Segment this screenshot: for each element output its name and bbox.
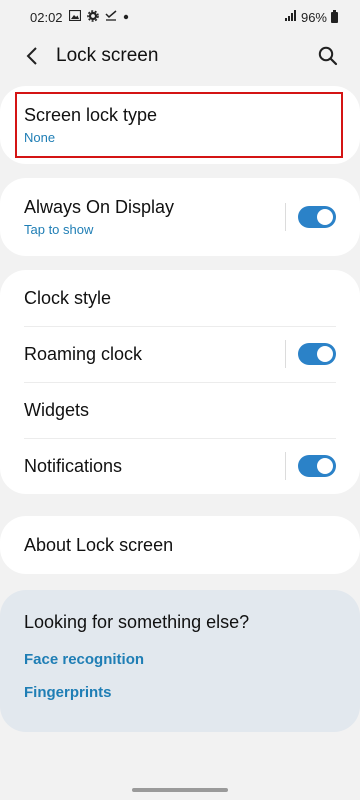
status-right: 96% xyxy=(284,9,338,25)
status-left: 02:02 xyxy=(30,10,129,25)
widgets-title: Widgets xyxy=(24,399,90,420)
battery-icon xyxy=(331,9,338,23)
notifications-title: Notifications xyxy=(24,455,123,476)
clock-style-item[interactable]: Clock style xyxy=(0,270,360,326)
suggestions-panel: Looking for something else? Face recogni… xyxy=(0,590,360,732)
divider xyxy=(285,340,286,368)
about-lock-screen-item[interactable]: About Lock screen xyxy=(0,516,360,574)
screen-lock-type-card: Screen lock type None xyxy=(0,86,360,164)
battery-percentage: 96% xyxy=(300,9,327,25)
gesture-navigation-bar[interactable] xyxy=(132,788,228,792)
always-on-display-text: Always On Display Tap to show xyxy=(24,197,174,237)
image-notification-icon xyxy=(68,9,81,24)
status-bar: 02:02 96% xyxy=(0,0,360,34)
toggle-knob xyxy=(317,458,333,474)
chevron-left-icon xyxy=(26,47,37,65)
always-on-display-toggle-wrap xyxy=(285,203,336,231)
about-lock-screen-title: About Lock screen xyxy=(24,534,174,555)
screen-lock-type-value: None xyxy=(24,130,56,145)
roaming-clock-item[interactable]: Roaming clock xyxy=(0,326,360,382)
always-on-display-subtitle: Tap to show xyxy=(24,222,94,237)
divider xyxy=(285,203,286,231)
divider xyxy=(285,452,286,480)
signal-strength-icon xyxy=(284,10,297,24)
fingerprints-link[interactable]: Fingerprints xyxy=(24,684,336,701)
back-button[interactable] xyxy=(14,38,50,74)
roaming-clock-title: Roaming clock xyxy=(24,343,143,364)
suggestions-title: Looking for something else? xyxy=(24,612,250,632)
toggle-knob xyxy=(317,209,333,225)
search-icon xyxy=(318,46,338,66)
always-on-display-item[interactable]: Always On Display Tap to show xyxy=(0,178,360,256)
notifications-toggle[interactable] xyxy=(298,455,336,477)
app-bar: Lock screen xyxy=(0,34,360,78)
status-time: 02:02 xyxy=(30,9,63,25)
always-on-display-card: Always On Display Tap to show xyxy=(0,178,360,256)
lock-screen-options-card: Clock style Roaming clock Widgets Notifi… xyxy=(0,270,360,494)
notifications-item[interactable]: Notifications xyxy=(0,438,360,494)
download-done-notification-icon xyxy=(105,10,117,24)
search-button[interactable] xyxy=(310,38,346,74)
roaming-clock-toggle-wrap xyxy=(285,340,336,368)
roaming-clock-toggle[interactable] xyxy=(298,343,336,365)
always-on-display-title: Always On Display xyxy=(24,197,175,217)
clock-style-title: Clock style xyxy=(24,287,112,308)
page-title: Lock screen xyxy=(56,45,159,66)
about-lock-screen-card: About Lock screen xyxy=(0,516,360,574)
notifications-toggle-wrap xyxy=(285,452,336,480)
screen-lock-type-item[interactable]: Screen lock type None xyxy=(0,86,360,164)
always-on-display-toggle[interactable] xyxy=(298,206,336,228)
widgets-item[interactable]: Widgets xyxy=(0,382,360,438)
face-recognition-link[interactable]: Face recognition xyxy=(24,651,336,668)
screen-lock-type-text: Screen lock type None xyxy=(24,105,157,145)
screen-lock-type-title: Screen lock type xyxy=(24,105,158,125)
more-notifications-dot-icon xyxy=(123,12,129,23)
settings-notification-icon xyxy=(86,9,99,25)
toggle-knob xyxy=(317,346,333,362)
